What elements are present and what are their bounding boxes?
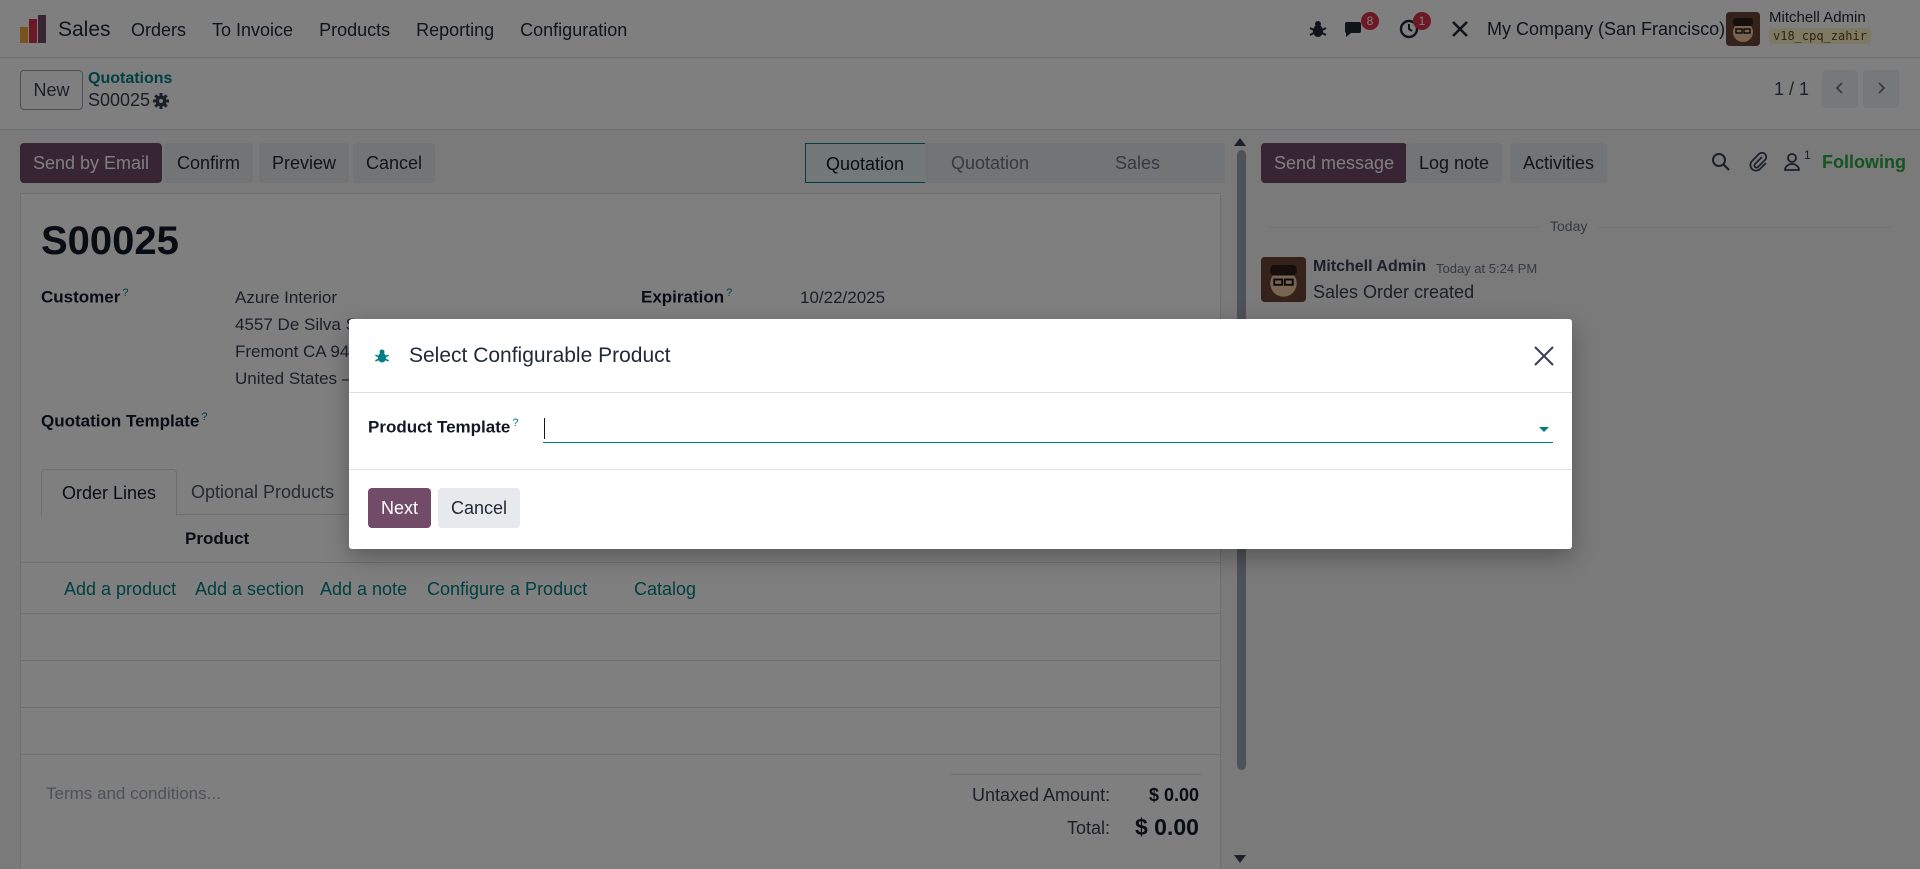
- chevron-down-icon[interactable]: [1539, 427, 1549, 432]
- product-template-input[interactable]: [543, 415, 1553, 443]
- modal-cancel-button[interactable]: Cancel: [438, 488, 521, 528]
- modal-title: Select Configurable Product: [409, 344, 671, 367]
- text-caret: [544, 418, 545, 439]
- modal-header: Select Configurable Product: [349, 319, 1572, 393]
- debug-bug-icon[interactable]: [373, 347, 391, 365]
- select-configurable-product-dialog: Select Configurable Product Product Temp…: [349, 319, 1572, 549]
- next-button[interactable]: Next: [368, 488, 432, 528]
- close-icon[interactable]: [1531, 343, 1557, 369]
- product-template-label: Product Template?: [368, 417, 519, 437]
- modal-footer: Next Cancel: [349, 469, 1572, 549]
